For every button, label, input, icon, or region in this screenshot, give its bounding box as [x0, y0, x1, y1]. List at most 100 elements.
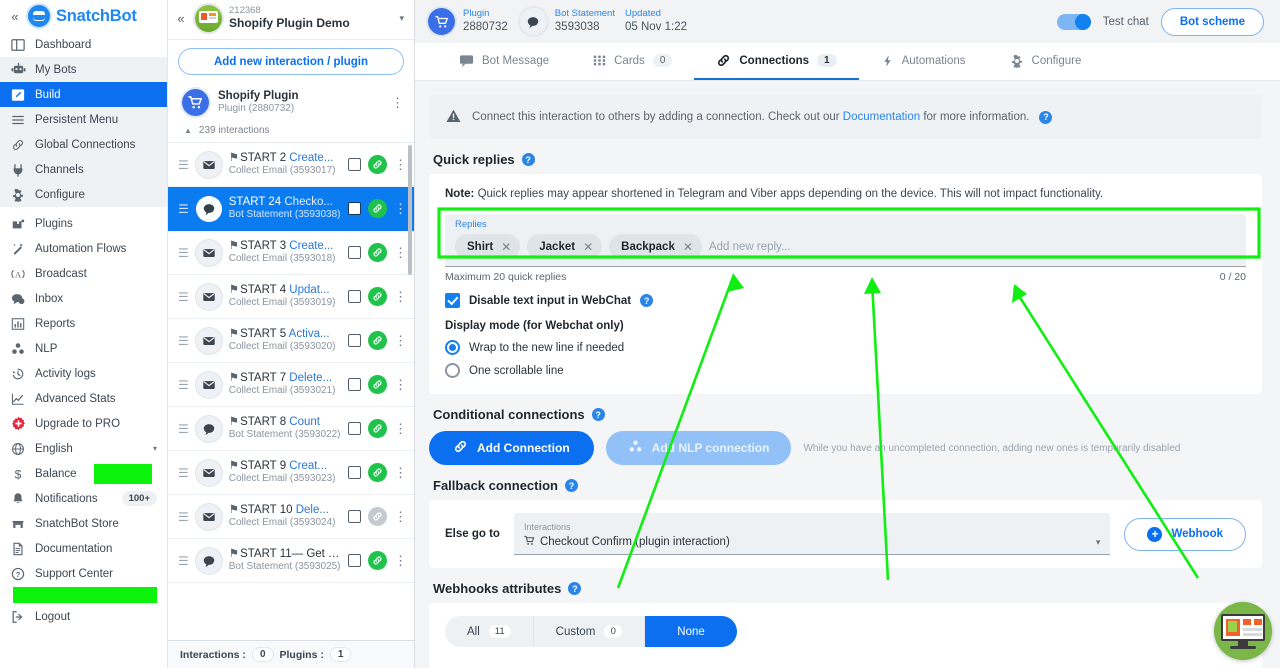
drag-handle-icon[interactable]: ☰ [178, 511, 189, 523]
sidebar-item-notifications[interactable]: Notifications 100+ [0, 486, 167, 511]
sidebar-item-advanced-stats[interactable]: Advanced Stats [0, 386, 167, 411]
help-icon[interactable]: ? [640, 294, 654, 307]
row-link-icon[interactable] [368, 155, 387, 174]
table-row[interactable]: ☰ ⚑START 2 Create... Collect Email (3593… [168, 143, 414, 187]
reply-chip[interactable]: Backpack ✕ [609, 234, 702, 259]
row-checkbox[interactable] [348, 510, 361, 523]
quick-replies-field[interactable]: Replies Shirt ✕ Jacket ✕ Backpack ✕ Add new… [445, 214, 1246, 267]
bot-scheme-button[interactable]: Bot scheme [1160, 7, 1264, 36]
row-link-icon[interactable] [368, 287, 387, 306]
table-row[interactable]: ☰ ⚑START 8 Count Bot Statement (3593022)… [168, 407, 414, 451]
sidebar-item-my-bots[interactable]: My Bots [0, 57, 167, 82]
help-widget-button[interactable] [1214, 602, 1272, 660]
sidebar-item-dashboard[interactable]: Dashboard [0, 32, 167, 57]
tab-bot-message[interactable]: Bot Message [437, 43, 571, 80]
table-row[interactable]: ☰ ⚑START 9 Creat... Collect Email (35930… [168, 451, 414, 495]
drag-handle-icon[interactable]: ☰ [178, 555, 189, 567]
plugin-row[interactable]: Shopify Plugin Plugin (2880732) ⋮ [168, 83, 414, 122]
drag-handle-icon[interactable]: ☰ [178, 247, 189, 259]
bot-header[interactable]: « 212368 Shopify Plugin Demo ▾ [168, 0, 414, 40]
row-kebab-menu-icon[interactable]: ⋮ [394, 422, 407, 435]
row-kebab-menu-icon[interactable]: ⋮ [394, 202, 407, 215]
sidebar-item-global-connections[interactable]: Global Connections [0, 132, 167, 157]
sidebar-item-redacted[interactable] [0, 586, 167, 604]
row-link-icon[interactable] [368, 375, 387, 394]
close-icon[interactable]: ✕ [501, 240, 511, 254]
sidebar-item-activity-logs[interactable]: Activity logs [0, 361, 167, 386]
plugin-kebab-menu-icon[interactable]: ⋮ [391, 96, 404, 109]
row-checkbox[interactable] [348, 378, 361, 391]
add-nlp-connection-button[interactable]: Add NLP connection [605, 431, 792, 465]
chevron-up-icon[interactable]: ▲ [184, 126, 192, 135]
segment-all[interactable]: All 11 [445, 616, 533, 647]
row-kebab-menu-icon[interactable]: ⋮ [394, 334, 407, 347]
sidebar-collapse-icon[interactable]: « [8, 9, 22, 24]
drag-handle-icon[interactable]: ☰ [178, 379, 189, 391]
row-kebab-menu-icon[interactable]: ⋮ [394, 158, 407, 171]
row-checkbox[interactable] [348, 158, 361, 171]
add-connection-button[interactable]: Add Connection [429, 431, 594, 465]
sidebar-item-broadcast[interactable]: A Broadcast [0, 261, 167, 286]
sidebar-item-inbox[interactable]: Inbox [0, 286, 167, 311]
row-link-icon[interactable] [368, 199, 387, 218]
row-checkbox[interactable] [348, 246, 361, 259]
help-icon[interactable]: ? [521, 153, 535, 166]
sidebar-item-language[interactable]: English ▾ [0, 436, 167, 461]
sidebar-item-persistent-menu[interactable]: Persistent Menu [0, 107, 167, 132]
row-checkbox[interactable] [348, 202, 361, 215]
interactions-count-header[interactable]: ▲ 239 interactions [168, 122, 414, 143]
close-icon[interactable]: ✕ [683, 240, 693, 254]
close-icon[interactable]: ✕ [583, 240, 593, 254]
sidebar-item-snatchbot-store[interactable]: SnatchBot Store [0, 511, 167, 536]
drag-handle-icon[interactable]: ☰ [178, 159, 189, 171]
documentation-link[interactable]: Documentation [843, 111, 920, 123]
drag-handle-icon[interactable]: ☰ [178, 291, 189, 303]
tab-configure[interactable]: Configure [988, 43, 1104, 80]
row-checkbox[interactable] [348, 422, 361, 435]
tab-automations[interactable]: Automations [859, 43, 988, 80]
reply-chip[interactable]: Shirt ✕ [455, 234, 521, 259]
disable-text-input-row[interactable]: Disable text input in WebChat ? [445, 293, 1246, 308]
row-link-icon[interactable] [368, 463, 387, 482]
row-kebab-menu-icon[interactable]: ⋮ [394, 246, 407, 259]
sidebar-item-plugins[interactable]: Plugins [0, 211, 167, 236]
help-icon[interactable]: ? [1039, 110, 1053, 124]
row-kebab-menu-icon[interactable]: ⋮ [394, 290, 407, 303]
row-link-icon[interactable] [368, 507, 387, 526]
row-kebab-menu-icon[interactable]: ⋮ [394, 378, 407, 391]
sidebar-item-configure[interactable]: Configure [0, 182, 167, 207]
reply-chip[interactable]: Jacket ✕ [527, 234, 603, 259]
list-scrollbar[interactable] [408, 145, 412, 275]
row-kebab-menu-icon[interactable]: ⋮ [394, 510, 407, 523]
interactions-collapse-icon[interactable]: « [174, 11, 188, 26]
sidebar-item-balance[interactable]: $ Balance [0, 461, 167, 486]
table-row[interactable]: ☰ ⚑START 5 Activa... Collect Email (3593… [168, 319, 414, 363]
row-link-icon[interactable] [368, 243, 387, 262]
new-reply-input[interactable]: Add new reply... [709, 241, 791, 253]
display-mode-option-wrap[interactable]: Wrap to the new line if needed [445, 340, 1246, 355]
row-link-icon[interactable] [368, 551, 387, 570]
row-link-icon[interactable] [368, 331, 387, 350]
help-icon[interactable]: ? [591, 408, 605, 421]
tab-connections[interactable]: Connections 1 [694, 43, 859, 80]
row-checkbox[interactable] [348, 466, 361, 479]
drag-handle-icon[interactable]: ☰ [178, 467, 189, 479]
disable-text-input-checkbox[interactable] [445, 293, 460, 308]
interactions-list[interactable]: ☰ ⚑START 2 Create... Collect Email (3593… [168, 143, 414, 640]
row-kebab-menu-icon[interactable]: ⋮ [394, 554, 407, 567]
row-checkbox[interactable] [348, 290, 361, 303]
sidebar-item-logout[interactable]: Logout [0, 604, 167, 629]
sidebar-item-support-center[interactable]: ? Support Center [0, 561, 167, 586]
row-link-icon[interactable] [368, 419, 387, 438]
tab-cards[interactable]: Cards 0 [571, 43, 694, 80]
chevron-down-icon[interactable]: ▾ [1096, 537, 1101, 548]
display-mode-radio-wrap[interactable] [445, 340, 460, 355]
drag-handle-icon[interactable]: ☰ [178, 423, 189, 435]
table-row[interactable]: ☰ ⚑START 4 Updat... Collect Email (35930… [168, 275, 414, 319]
table-row[interactable]: ☰ ⚑START 11— Get Y... Bot Statement (359… [168, 539, 414, 583]
sidebar-item-upgrade-to-pro[interactable]: Upgrade to PRO [0, 411, 167, 436]
sidebar-item-documentation[interactable]: Documentation [0, 536, 167, 561]
table-row[interactable]: ☰ START 24 Checko... Bot Statement (3593… [168, 187, 414, 231]
drag-handle-icon[interactable]: ☰ [178, 335, 189, 347]
add-new-interaction-button[interactable]: Add new interaction / plugin [178, 48, 404, 75]
